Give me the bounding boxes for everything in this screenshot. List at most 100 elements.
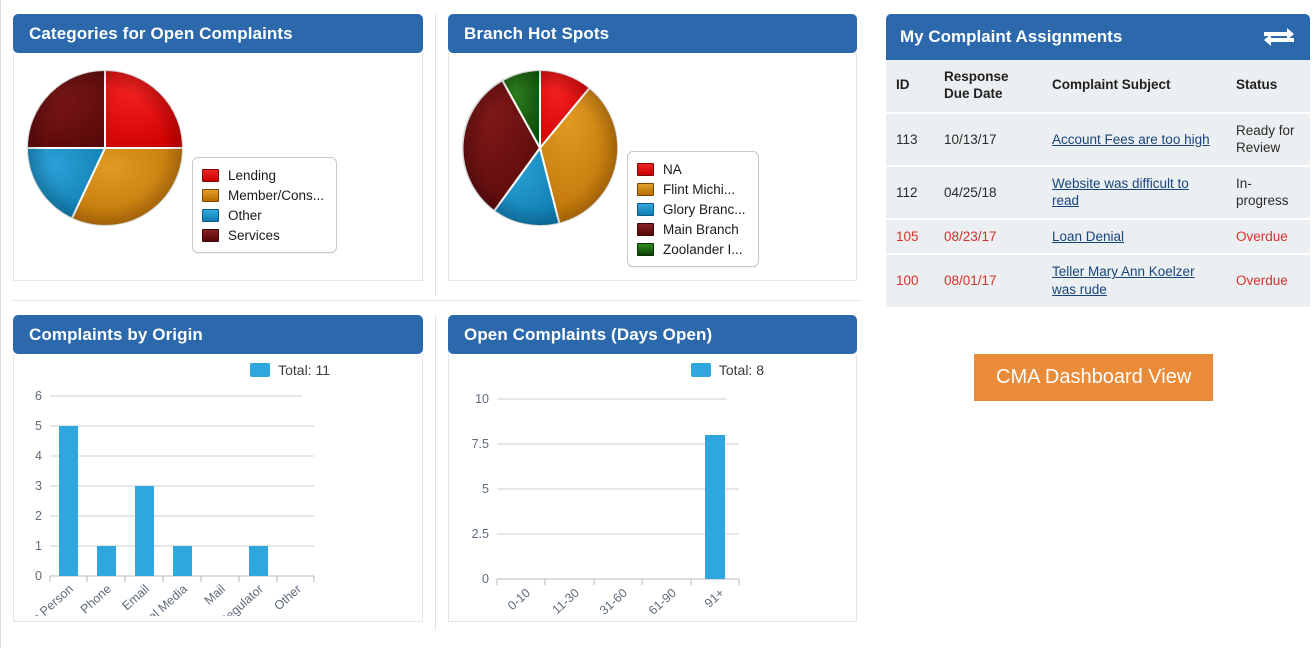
cell-id: 112: [886, 165, 934, 220]
cma-dashboard-view-button[interactable]: CMA Dashboard View: [974, 354, 1214, 401]
legend-item: Member/Cons...: [202, 185, 324, 205]
legend-swatch-total: [250, 363, 271, 377]
complaint-subject-link[interactable]: Account Fees are too high: [1052, 132, 1210, 147]
table-row: 105 08/23/17 Loan Denial Overdue: [886, 218, 1310, 256]
column-header-complaint-subject[interactable]: Complaint Subject: [1042, 60, 1226, 114]
panel-branch-hot-spots: Branch Hot Spots NA Flint Michi... Glory…: [435, 14, 869, 296]
assignments-column: My Complaint Assignments ID Response Due…: [886, 14, 1310, 401]
charts-column: Categories for Open Complaints Lending M…: [0, 0, 872, 648]
svg-text:In Person: In Person: [27, 582, 76, 616]
legend-label-total: Total: 8: [718, 362, 764, 378]
svg-text:0: 0: [482, 572, 489, 586]
panel-row-divider: [13, 300, 861, 301]
svg-text:11-30: 11-30: [550, 586, 582, 616]
cell-status: Ready for Review: [1226, 112, 1310, 167]
svg-text:4: 4: [35, 449, 42, 463]
panel-header-daysopen: Open Complaints (Days Open): [448, 315, 857, 354]
column-header-response-due-date[interactable]: Response Due Date: [934, 60, 1042, 114]
column-header-status[interactable]: Status: [1226, 60, 1310, 114]
cell-due-date: 08/01/17: [944, 273, 997, 289]
panel-complaints-by-origin: Complaints by Origin Total: 11 6 5 4 3 2…: [1, 315, 435, 630]
svg-text:5: 5: [482, 482, 489, 496]
bar-chart-legend-origin: Total: 11: [250, 362, 330, 378]
legend-item: Main Branch: [637, 219, 746, 239]
legend-item: Flint Michi...: [637, 179, 746, 199]
complaint-subject-link[interactable]: Loan Denial: [1052, 229, 1124, 244]
panel-categories-for-open-complaints: Categories for Open Complaints Lending M…: [1, 14, 435, 296]
legend-swatch-member-cons: [202, 188, 219, 202]
cell-subject: Account Fees are too high: [1042, 112, 1226, 167]
status-badge: Overdue: [1236, 273, 1288, 289]
legend-label-main-branch: Main Branch: [663, 221, 739, 237]
svg-text:2.5: 2.5: [472, 527, 489, 541]
legend-label-glory-branch: Glory Branc...: [663, 201, 746, 217]
cell-due-date: 04/25/18: [934, 165, 1042, 220]
svg-text:31-60: 31-60: [597, 586, 630, 616]
legend-label-services: Services: [228, 227, 280, 243]
panel-title-origin: Complaints by Origin: [29, 325, 203, 344]
svg-text:0: 0: [35, 569, 42, 583]
legend-item: Services: [202, 225, 324, 245]
legend-item: Lending: [202, 165, 324, 185]
cell-id: 105: [886, 218, 934, 256]
panel-row-bottom: Complaints by Origin Total: 11 6 5 4 3 2…: [1, 315, 873, 630]
column-header-id[interactable]: ID: [886, 60, 934, 114]
legend-swatch-na: [637, 162, 654, 176]
swap-arrows-icon[interactable]: [1262, 25, 1296, 49]
panel-open-complaints-days-open: Open Complaints (Days Open) Total: 8 10 …: [435, 315, 869, 630]
panel-title-categories: Categories for Open Complaints: [29, 24, 293, 43]
legend-label-na: NA: [663, 161, 682, 177]
status-badge: Overdue: [1226, 218, 1310, 256]
legend-swatch-services: [202, 228, 219, 242]
bar-svg-daysopen: 10 7.5 5 2.5 0 0-10 11-30 31-60 61-90 91…: [472, 392, 740, 618]
svg-text:91+: 91+: [702, 586, 727, 611]
cell-id: 100: [896, 273, 919, 289]
cell-status: In-progress: [1226, 165, 1310, 220]
table-header-row: ID Response Due Date Complaint Subject S…: [886, 60, 1310, 114]
svg-text:Regulator: Regulator: [216, 582, 266, 616]
complaint-subject-link[interactable]: Teller Mary Ann Koelzer was rude: [1052, 264, 1195, 297]
legend-item: Glory Branc...: [637, 199, 746, 219]
table-row: 113 10/13/17 Account Fees are too high R…: [886, 112, 1310, 167]
legend-item: NA: [637, 159, 746, 179]
svg-text:7.5: 7.5: [472, 437, 489, 451]
legend-swatch-other: [202, 208, 219, 222]
cell-subject: Loan Denial: [1042, 218, 1226, 256]
assignments-table: ID Response Due Date Complaint Subject S…: [886, 60, 1310, 307]
pie-legend-branch: NA Flint Michi... Glory Branc... Main Br…: [627, 151, 759, 267]
legend-swatch-lending: [202, 168, 219, 182]
legend-swatch-zoolander: [637, 242, 654, 256]
bar-svg-origin: 6 5 4 3 2 1 0 In Person Phone Email Soci…: [27, 389, 315, 621]
legend-item: Zoolander I...: [637, 239, 746, 259]
legend-label-lending: Lending: [228, 167, 277, 183]
svg-text:Other: Other: [271, 582, 304, 613]
panel-title-branch: Branch Hot Spots: [464, 24, 610, 43]
legend-label-flint-michigan: Flint Michi...: [663, 181, 736, 197]
svg-text:Mail: Mail: [202, 582, 228, 608]
bar-chart-origin: Total: 11 6 5 4 3 2 1 0 In Person Phone …: [14, 354, 422, 621]
svg-text:2: 2: [35, 509, 42, 523]
svg-text:10: 10: [475, 392, 489, 406]
panel-header-origin: Complaints by Origin: [13, 315, 423, 354]
panel-body-categories: Lending Member/Cons... Other Services: [13, 53, 423, 281]
pie-chart-branch: NA Flint Michi... Glory Branc... Main Br…: [449, 53, 856, 280]
panel-title-daysopen: Open Complaints (Days Open): [464, 325, 713, 344]
panel-body-branch: NA Flint Michi... Glory Branc... Main Br…: [448, 53, 857, 281]
cell-due-date: 08/23/17: [934, 218, 1042, 256]
panel-row-top: Categories for Open Complaints Lending M…: [1, 14, 873, 296]
panel-title-assignments: My Complaint Assignments: [900, 27, 1123, 46]
svg-text:61-90: 61-90: [646, 586, 679, 616]
pie-legend-categories: Lending Member/Cons... Other Services: [192, 157, 338, 253]
dashboard-root: Categories for Open Complaints Lending M…: [0, 0, 1316, 648]
bar-chart-daysopen: Total: 8 10 7.5 5 2.5 0 0-10 11-30 31-60…: [449, 354, 856, 621]
bar-chart-legend-daysopen: Total: 8: [690, 362, 764, 378]
cell-subject: Teller Mary Ann Koelzer was rude: [1042, 254, 1226, 306]
table-row: 112 04/25/18 Website was difficult to re…: [886, 165, 1310, 220]
table-row: 100 08/01/17 Teller Mary Ann Koelzer was…: [886, 254, 1310, 306]
legend-label-member-cons: Member/Cons...: [228, 187, 325, 203]
complaint-subject-link[interactable]: Website was difficult to read: [1052, 176, 1189, 209]
legend-swatch-flint-michigan: [637, 182, 654, 196]
legend-swatch-total: [690, 363, 711, 377]
legend-item: Other: [202, 205, 324, 225]
panel-body-origin: Total: 11 6 5 4 3 2 1 0 In Person Phone …: [13, 354, 423, 622]
